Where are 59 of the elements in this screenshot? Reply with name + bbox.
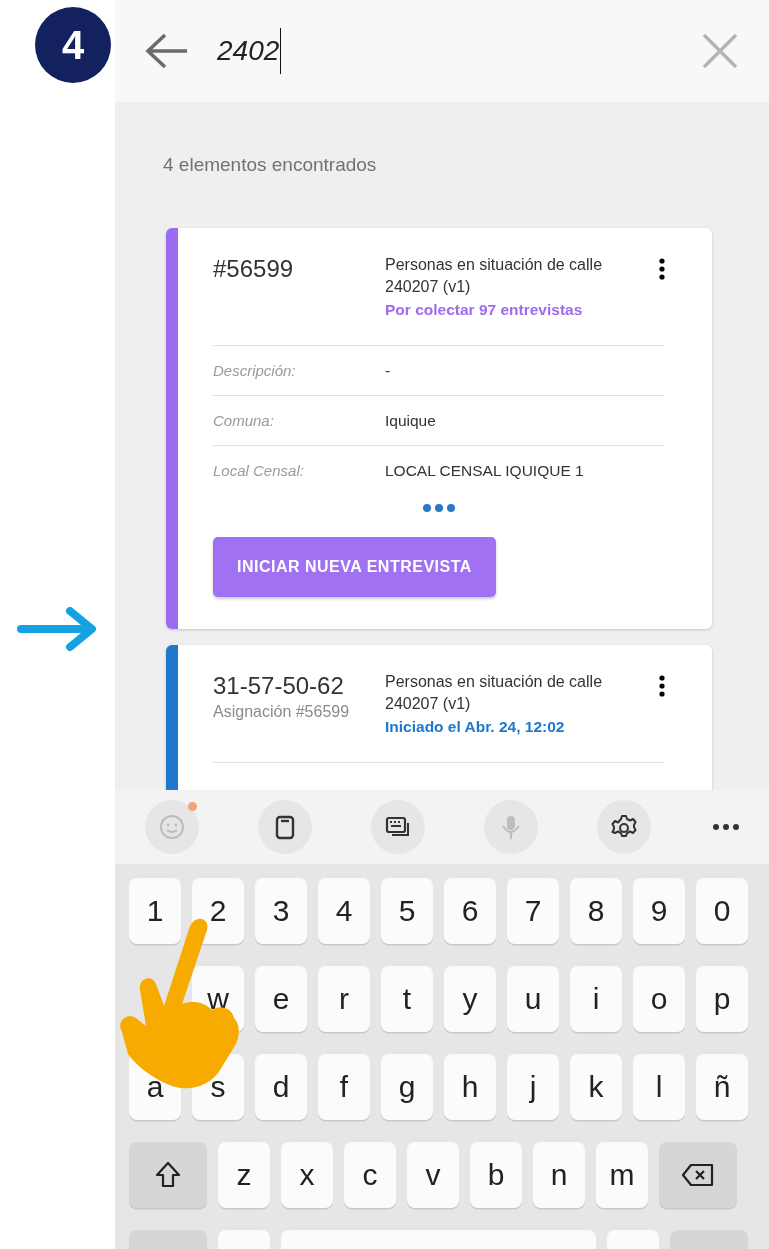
keyboard-key[interactable]: 0 [696, 878, 748, 944]
shift-arrow-icon [155, 1161, 181, 1189]
more-details-icon[interactable] [422, 503, 456, 513]
keyboard-key[interactable]: ñ [696, 1054, 748, 1120]
field-label: Descripción: [213, 362, 297, 379]
more-options-icon[interactable] [659, 258, 665, 280]
keyboard-key[interactable]: l [633, 1054, 685, 1120]
keyboard-key[interactable]: 4 [318, 878, 370, 944]
results-count: 4 elementos encontrados [163, 154, 378, 176]
keyboard-key[interactable]: m [596, 1142, 648, 1208]
keyboard-key[interactable]: o [633, 966, 685, 1032]
status-text: Iniciado el Abr. 24, 12:02 [385, 717, 566, 737]
smiley-icon [158, 813, 186, 841]
field-value: - [385, 361, 391, 380]
keyboard-key[interactable]: e [255, 966, 307, 1032]
field-label: Local Censal: [213, 462, 305, 479]
keyboard-key[interactable]: h [444, 1054, 496, 1120]
backspace-icon [681, 1163, 715, 1187]
keyboard-key[interactable]: j [507, 1054, 559, 1120]
keyboard-key[interactable]: b [470, 1142, 522, 1208]
field-value: Iquique [385, 411, 436, 430]
keyboard-key[interactable]: v [407, 1142, 459, 1208]
status-text: Por colectar 97 entrevistas [385, 300, 584, 320]
keyboard-key[interactable]: f [318, 1054, 370, 1120]
record-id: #56599 [213, 254, 295, 284]
survey-title: Personas en situación de calle 240207 (v1) [385, 255, 604, 297]
assignment-label: Asignación #56599 [213, 703, 351, 721]
keyboard-key[interactable]: k [570, 1054, 622, 1120]
field-label: Comuna: [213, 412, 275, 429]
result-card[interactable]: #56599 Personas en situación de calle 240207 (v1) Por colectar 97 entrevistas Descripción: - Comuna: Iquique Local Censal: LOCAL CENSAL IQUIQUE 1 INICIAR NUEVA ENTREVISTA [166, 228, 712, 629]
keyboard-key[interactable]: y [444, 966, 496, 1032]
keyboard-key[interactable]: c [344, 1142, 396, 1208]
backspace-key[interactable] [659, 1142, 737, 1208]
step-number-badge: 4 [35, 7, 111, 83]
keyboard-key[interactable]: u [507, 966, 559, 1032]
keyboard-key[interactable]: 2 [192, 878, 244, 944]
keyboard-key[interactable]: d [255, 1054, 307, 1120]
keyboard-key[interactable]: 6 [444, 878, 496, 944]
keyboard-key[interactable]: x [281, 1142, 333, 1208]
keyboard-key[interactable]: g [381, 1054, 433, 1120]
keyboard-key[interactable]: 5 [381, 878, 433, 944]
record-id: 31-57-50-62 [213, 671, 345, 701]
arrow-icon [16, 606, 98, 652]
keyboard-key[interactable]: 3 [255, 878, 307, 944]
shift-key[interactable] [129, 1142, 207, 1208]
keyboard-key[interactable]: r [318, 966, 370, 1032]
keyboard-key[interactable]: 1 [129, 878, 181, 944]
keyboard-key[interactable]: i [570, 966, 622, 1032]
keyboard-key[interactable]: 7 [507, 878, 559, 944]
result-card[interactable]: 31-57-50-62 Asignación #56599 Personas en situación de calle 240207 (v1) Iniciado el Abr. 24, 12:02 [166, 645, 712, 790]
keyboard-key[interactable]: t [381, 966, 433, 1032]
keyboard-key[interactable]: p [696, 966, 748, 1032]
keyboard-key[interactable]: 9 [633, 878, 685, 944]
more-options-icon[interactable] [659, 675, 665, 697]
field-value: LOCAL CENSAL IQUIQUE 1 [385, 461, 584, 480]
survey-title: Personas en situación de calle 240207 (v1) [385, 672, 604, 714]
keyboard-key[interactable]: z [218, 1142, 270, 1208]
keyboard-key[interactable]: n [533, 1142, 585, 1208]
keyboard-key[interactable]: 8 [570, 878, 622, 944]
